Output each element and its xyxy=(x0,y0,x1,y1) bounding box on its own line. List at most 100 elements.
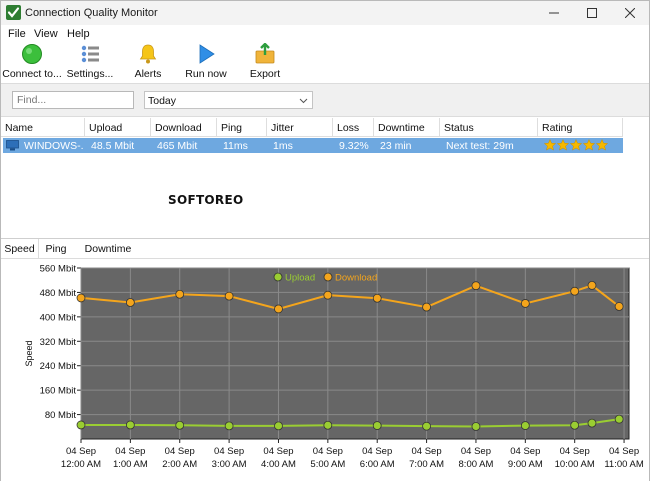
x-tick-label-time: 2:00 AM xyxy=(162,459,197,470)
x-tick-label-time: 7:00 AM xyxy=(409,459,444,470)
column-header-rating[interactable]: Rating xyxy=(538,118,623,137)
column-header-ping[interactable]: Ping xyxy=(217,118,267,137)
data-point-download xyxy=(224,291,234,301)
data-point-upload xyxy=(274,421,283,431)
data-point-upload xyxy=(570,420,580,430)
data-point-download xyxy=(471,281,481,291)
cell-upload: 48.5 Mbit xyxy=(91,140,135,152)
legend-marker-upload xyxy=(273,272,283,282)
app-logo-icon xyxy=(6,5,21,20)
alerts-button[interactable]: Alerts xyxy=(127,42,169,82)
title-bar: Connection Quality Monitor xyxy=(1,1,649,25)
x-tick-label-date: 04 Sep xyxy=(609,446,639,457)
menu-view[interactable]: View xyxy=(34,28,58,40)
data-point-download xyxy=(587,281,597,290)
toolbar: Connect to... Settings... Alerts Run now xyxy=(1,42,649,82)
tab-downtime[interactable]: Downtime xyxy=(79,239,137,259)
watermark-text: SOFTOREO xyxy=(168,193,244,207)
run-now-label: Run now xyxy=(185,68,227,80)
cell-jitter: 1ms xyxy=(273,140,293,152)
data-point-download xyxy=(125,298,135,307)
x-tick-label-time: 3:00 AM xyxy=(212,459,247,470)
chart-tabs: Speed Ping Downtime xyxy=(1,239,649,259)
data-point-download xyxy=(175,289,185,299)
data-point-download xyxy=(614,302,624,311)
export-label: Export xyxy=(249,68,281,80)
export-button[interactable]: Export xyxy=(243,42,287,82)
data-point-upload xyxy=(372,421,382,430)
x-tick-label-date: 04 Sep xyxy=(214,446,244,457)
column-header-name[interactable]: Name xyxy=(1,118,85,137)
column-header-upload[interactable]: Upload xyxy=(85,118,151,137)
x-tick-label-date: 04 Sep xyxy=(412,446,442,457)
x-tick-label-date: 04 Sep xyxy=(263,446,293,457)
rating-star-icon xyxy=(557,139,569,151)
play-icon xyxy=(199,44,215,64)
x-tick-label-date: 04 Sep xyxy=(362,446,392,457)
x-tick-label-date: 04 Sep xyxy=(115,446,145,457)
close-button[interactable] xyxy=(610,1,650,25)
minimize-button[interactable] xyxy=(534,1,574,25)
data-point-download xyxy=(570,286,580,296)
data-point-upload xyxy=(323,420,333,430)
period-select[interactable]: Today xyxy=(144,91,313,109)
data-point-download xyxy=(76,293,86,303)
run-now-button[interactable]: Run now xyxy=(181,42,231,82)
cell-name: WINDOWS-... xyxy=(24,140,84,152)
x-tick-label-date: 04 Sep xyxy=(510,446,540,457)
maximize-button[interactable] xyxy=(572,1,612,25)
speed-chart: 80 Mbit 160 Mbit 240 Mbit 320 Mbit 400 Mbit 4… xyxy=(24,264,644,471)
column-header-downtime[interactable]: Downtime xyxy=(374,118,440,137)
app-window: Connection Quality Monitor File View Hel… xyxy=(0,0,650,481)
x-tick-label-date: 04 Sep xyxy=(560,446,590,457)
export-icon xyxy=(255,43,275,64)
tab-speed[interactable]: Speed xyxy=(1,239,39,259)
x-tick-label-time: 5:00 AM xyxy=(310,459,345,470)
settings-label: Settings... xyxy=(66,68,114,80)
rating-star-icon xyxy=(544,139,556,151)
chevron-down-icon xyxy=(299,98,308,104)
data-point-download xyxy=(422,302,431,312)
bell-icon xyxy=(139,44,157,64)
x-tick-label-time: 11:00 AM xyxy=(604,459,644,470)
column-header-status[interactable]: Status xyxy=(440,118,538,137)
x-tick-label-time: 1:00 AM xyxy=(113,459,148,470)
close-icon xyxy=(625,8,635,18)
x-tick-label-date: 04 Sep xyxy=(313,446,343,457)
data-point-upload xyxy=(76,420,86,430)
computer-icon xyxy=(6,140,19,151)
column-header-download[interactable]: Download xyxy=(151,118,217,137)
data-point-download xyxy=(274,304,283,314)
maximize-icon xyxy=(587,8,597,18)
menu-bar: File View Help xyxy=(1,26,649,42)
window-title: Connection Quality Monitor xyxy=(25,7,158,19)
data-point-upload xyxy=(125,420,135,430)
rating-star-icon xyxy=(596,139,608,151)
minimize-icon xyxy=(549,12,559,14)
data-point-upload xyxy=(471,422,481,431)
tab-ping[interactable]: Ping xyxy=(39,239,73,259)
cell-ping: 11ms xyxy=(223,140,248,152)
settings-button[interactable]: Settings... xyxy=(65,42,115,82)
menu-help[interactable]: Help xyxy=(67,28,90,40)
data-point-download xyxy=(372,293,382,303)
connect-button[interactable]: Connect to... xyxy=(2,42,62,82)
column-header-loss[interactable]: Loss xyxy=(333,118,374,137)
menu-file[interactable]: File xyxy=(8,28,26,40)
x-tick-label-time: 4:00 AM xyxy=(261,459,296,470)
data-point-upload xyxy=(587,418,597,428)
find-input[interactable] xyxy=(12,91,134,109)
legend-marker-download xyxy=(323,272,333,282)
period-value: Today xyxy=(148,95,177,107)
connections-grid: Name Upload Download Ping Jitter Loss Do… xyxy=(1,118,649,239)
y-tick-label: 400 Mbit xyxy=(40,312,77,323)
rating-star-icon xyxy=(583,139,595,151)
y-tick-label: 80 Mbit xyxy=(45,410,77,421)
filter-bar: Today xyxy=(1,83,649,117)
x-tick-label-date: 04 Sep xyxy=(165,446,195,457)
column-header-jitter[interactable]: Jitter xyxy=(267,118,333,137)
cell-loss: 9.32% xyxy=(339,140,369,152)
speed-chart-panel: 80 Mbit 160 Mbit 240 Mbit 320 Mbit 400 Mbit 4… xyxy=(1,259,649,481)
data-point-upload xyxy=(175,420,185,430)
alerts-label: Alerts xyxy=(134,68,162,80)
